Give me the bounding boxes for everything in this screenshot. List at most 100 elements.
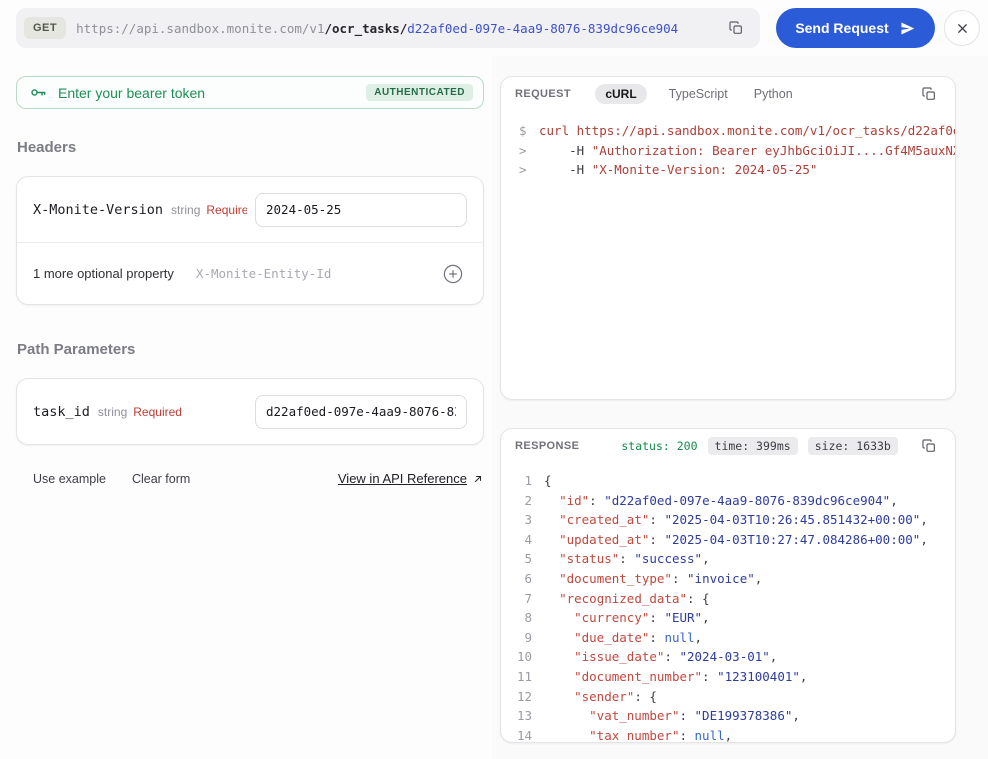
code-token: "DE199378386" (694, 708, 793, 724)
response-panel: RESPONSE status: 200 time: 399ms size: 1… (500, 428, 956, 743)
copy-url-button[interactable] (724, 16, 748, 40)
task-id-input[interactable] (255, 394, 467, 429)
response-code-line: 12 "sender": { (517, 687, 955, 707)
form-footer: Use example Clear form View in API Refer… (16, 471, 484, 486)
optional-property-row[interactable]: 1 more optional property X-Monite-Entity… (17, 242, 483, 304)
send-request-button[interactable]: Send Request (776, 8, 935, 48)
line-number: 13 (517, 708, 533, 724)
param-type: string (171, 202, 201, 217)
line-number: 3 (524, 512, 532, 528)
path-param-row: task_id string Required (17, 379, 483, 444)
line-number: 7 (524, 590, 532, 606)
code-token: null (664, 629, 695, 645)
prompt-char: > (519, 162, 527, 178)
code-token: : (649, 629, 665, 645)
request-language-tabs: cURL TypeScript Python (595, 84, 796, 104)
copy-request-button[interactable] (917, 82, 941, 106)
response-code-line: 1{ (517, 471, 955, 491)
response-code-line: 14 "tax_number": null, (517, 726, 955, 743)
code-token: , (754, 570, 763, 586)
copy-icon (729, 21, 742, 34)
code-token: : (649, 531, 665, 547)
code-token: , (769, 649, 778, 665)
line-number: 2 (524, 492, 532, 508)
headers-card: X-Monite-Version string Required 1 more … (16, 176, 484, 305)
response-time-badge: time: 399ms (707, 437, 798, 455)
request-panel: REQUEST cURL TypeScript Python $ curl https… (500, 76, 956, 400)
request-tab-curl[interactable]: cURL (595, 84, 647, 104)
optional-property-label: 1 more optional property (33, 266, 174, 281)
code-token: "currency" (574, 610, 650, 626)
code-token: "vat_number" (589, 708, 680, 724)
code-token: "success" (634, 551, 703, 567)
response-code-line: 11 "document_number": "123100401", (517, 667, 955, 687)
http-method-badge[interactable]: GET (24, 17, 67, 39)
url-path: /ocr_tasks/ (324, 20, 408, 36)
close-icon (957, 23, 967, 33)
bearer-token-label: Enter your bearer token (58, 84, 206, 101)
param-required-badge: Required (206, 202, 247, 217)
clear-form-link[interactable]: Clear form (132, 472, 190, 486)
request-code-block[interactable]: $ curl https://api.sandbox.monite.com/v1/… (501, 111, 955, 180)
line-number: 10 (517, 649, 533, 665)
close-button[interactable] (944, 10, 980, 46)
code-token: , (702, 551, 710, 567)
response-code-line: 6 "document_type": "invoice", (517, 569, 955, 589)
optional-property-placeholder: X-Monite-Entity-Id (195, 266, 332, 281)
param-name: X-Monite-Version (33, 201, 164, 218)
send-request-label: Send Request (795, 20, 889, 36)
code-token: "recognized_data" (559, 590, 687, 606)
line-number: 1 (524, 473, 532, 488)
copy-icon (922, 87, 935, 100)
line-number: 5 (524, 551, 532, 567)
code-token: : (649, 512, 665, 528)
request-url-bar[interactable]: GET https://api.sandbox.monite.com/v1 /o… (16, 8, 760, 48)
response-code-line: 4 "updated_at": "2025-04-03T10:27:47.084… (517, 530, 955, 550)
code-token: "EUR" (664, 610, 703, 626)
line-number: 8 (524, 610, 532, 626)
code-token: "2024-03-01" (679, 649, 770, 665)
code-token: : (679, 727, 695, 743)
bearer-token-field[interactable]: Enter your bearer token AUTHENTICATED (16, 76, 484, 109)
response-size-badge: size: 1633b (807, 437, 898, 455)
add-optional-property-button[interactable] (439, 260, 467, 288)
copy-icon (922, 439, 935, 452)
code-token: "invoice" (687, 570, 755, 586)
response-code-line: 8 "currency": "EUR", (517, 608, 955, 628)
code-token: "2025-04-03T10:27:47.084286+00:00" (664, 531, 921, 547)
use-example-link[interactable]: Use example (33, 472, 106, 486)
x-monite-version-input[interactable] (255, 192, 467, 227)
request-tab-python[interactable]: Python (750, 84, 797, 104)
request-panel-title: REQUEST (515, 88, 571, 100)
code-token: : (664, 649, 680, 665)
response-code-line: 9 "due_date": null, (517, 628, 955, 648)
headers-section-title: Headers (17, 139, 77, 156)
param-required-badge: Required (133, 404, 182, 419)
code-token: -H (539, 162, 592, 178)
code-token: "sender" (574, 688, 635, 704)
plus-circle-icon (443, 264, 463, 283)
response-code-block[interactable]: 1{2 "id": "d22af0ed-097e-4aa9-8076-839dc… (501, 463, 955, 743)
external-link-icon (475, 475, 481, 482)
request-tab-typescript[interactable]: TypeScript (665, 84, 732, 104)
send-icon (901, 22, 914, 34)
code-token: "issue_date" (574, 649, 665, 665)
response-status: status: 200 (621, 439, 698, 453)
code-token: : (679, 708, 695, 724)
copy-response-button[interactable] (917, 434, 941, 458)
request-code-line: > -H "X-Monite-Version: 2024-05-25" (519, 160, 955, 180)
view-api-reference-link[interactable]: View in API Reference (338, 471, 484, 486)
url-path-param: d22af0ed-097e-4aa9-8076-839dc96ce904 (407, 20, 679, 36)
code-token: , (920, 531, 928, 547)
code-token: "tax_number" (589, 727, 680, 743)
request-code-line: $ curl https://api.sandbox.monite.com/v1/… (519, 121, 955, 141)
code-token: "created_at" (559, 512, 650, 528)
